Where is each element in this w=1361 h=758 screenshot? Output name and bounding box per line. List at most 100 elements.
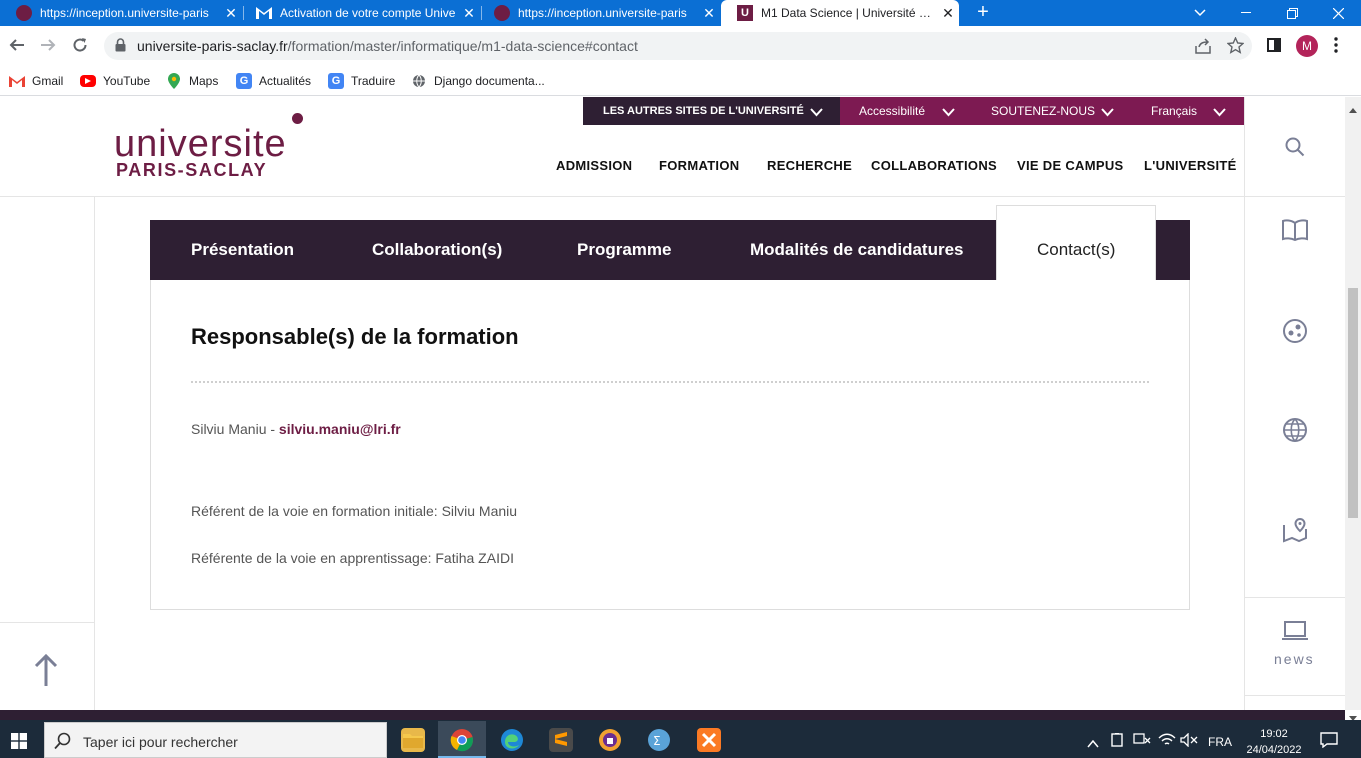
left-divider <box>94 197 95 710</box>
tray-language[interactable]: FRA <box>1208 735 1232 749</box>
profile-avatar[interactable]: M <box>1296 35 1318 57</box>
referente-apprentissage: Référente de la voie en apprentissage: F… <box>191 550 514 566</box>
windows-start-icon[interactable] <box>11 733 27 754</box>
right-divider-horizontal <box>1245 695 1345 696</box>
edge-icon[interactable] <box>500 728 524 752</box>
svg-text:Σ: Σ <box>653 734 661 748</box>
research-icon[interactable] <box>1280 316 1310 346</box>
logo-dot-icon <box>292 113 303 124</box>
bookmark-label: Actualités <box>259 74 312 88</box>
close-icon[interactable]: ✕ <box>698 5 720 22</box>
map-location-icon[interactable] <box>1280 515 1310 545</box>
bookmark-gmail[interactable]: Gmail <box>9 71 63 91</box>
minimize-button[interactable] <box>1223 0 1269 26</box>
chevron-down-icon[interactable] <box>810 104 823 122</box>
chevron-down-icon[interactable] <box>942 104 955 122</box>
reload-icon[interactable] <box>70 35 90 55</box>
university-favicon-icon: U <box>737 5 753 21</box>
translate-icon: G <box>328 73 344 89</box>
star-bookmark-icon[interactable] <box>1226 36 1245 55</box>
side-panel-icon[interactable] <box>1267 38 1283 54</box>
arrow-up-icon[interactable] <box>34 653 58 689</box>
book-icon[interactable] <box>1280 215 1310 245</box>
share-icon[interactable] <box>1195 38 1213 56</box>
tab-presentation[interactable]: Présentation <box>191 240 294 260</box>
responsable-email-link[interactable]: silviu.maniu@lri.fr <box>279 421 401 437</box>
right-divider <box>1244 97 1245 710</box>
nav-vie-de-campus[interactable]: VIE DE CAMPUS <box>1017 158 1123 173</box>
site-favicon-icon <box>494 5 510 21</box>
bookmark-traduire[interactable]: G Traduire <box>328 71 395 91</box>
tab-collaborations[interactable]: Collaboration(s) <box>372 240 502 260</box>
battery-icon[interactable] <box>1110 733 1126 752</box>
app-sigma-icon[interactable]: Σ <box>647 728 671 752</box>
close-icon[interactable]: ✕ <box>458 5 480 22</box>
nav-recherche[interactable]: RECHERCHE <box>767 158 852 173</box>
scrollbar-thumb[interactable] <box>1348 288 1358 518</box>
xampp-icon[interactable] <box>697 728 721 752</box>
brave-vpn-icon[interactable] <box>598 728 622 752</box>
browser-tab-title: https://inception.universite-paris <box>40 6 209 20</box>
scroll-up-arrow-icon[interactable] <box>1349 100 1357 118</box>
logo-wordmark[interactable]: universite <box>114 124 287 164</box>
logo-subtitle[interactable]: PARIS-SACLAY <box>116 160 267 181</box>
bookmark-actualites[interactable]: G Actualités <box>236 71 311 91</box>
bookmark-youtube[interactable]: YouTube <box>80 71 150 91</box>
bookmark-label: Gmail <box>32 74 64 88</box>
browser-tab-active[interactable]: U M1 Data Science | Université Paris ✕ <box>721 0 959 26</box>
back-arrow-icon[interactable] <box>7 35 27 55</box>
notification-icon[interactable] <box>1320 732 1338 753</box>
globe-icon[interactable] <box>1280 415 1310 445</box>
lock-icon[interactable] <box>115 38 127 54</box>
volume-muted-icon[interactable] <box>1180 732 1198 752</box>
close-icon[interactable]: ✕ <box>937 5 959 22</box>
tray-chevron-up-icon[interactable] <box>1087 735 1099 753</box>
menu-kebab-icon[interactable] <box>1334 37 1344 55</box>
tab-programme[interactable]: Programme <box>577 240 671 260</box>
nav-universite[interactable]: L'UNIVERSITÉ <box>1144 158 1237 173</box>
search-icon[interactable] <box>1280 132 1310 162</box>
nav-admission[interactable]: ADMISSION <box>556 158 632 173</box>
wifi-icon[interactable] <box>1158 733 1176 752</box>
url-text[interactable]: universite-paris-saclay.fr/formation/mas… <box>137 38 638 54</box>
util-langue[interactable]: Français <box>1151 97 1197 125</box>
sidebar-news-label[interactable]: news <box>1274 651 1315 667</box>
sublime-text-icon[interactable] <box>549 728 573 752</box>
url-host: universite-paris-saclay.fr <box>137 38 288 54</box>
browser-tab-1[interactable]: https://inception.universite-paris ✕ <box>0 0 242 26</box>
bookmark-maps[interactable]: Maps <box>166 71 218 91</box>
tab-search-icon[interactable] <box>1177 0 1223 26</box>
new-tab-button[interactable]: + <box>972 1 994 23</box>
tray-clock[interactable]: 19:02 24/04/2022 <box>1244 726 1304 758</box>
tab-contacts[interactable]: Contact(s) <box>1037 240 1115 260</box>
browser-tab-title: M1 Data Science | Université Paris <box>761 6 937 20</box>
util-accessibilite[interactable]: Accessibilité <box>859 97 925 125</box>
chevron-down-icon[interactable] <box>1101 104 1114 122</box>
browser-tab-3[interactable]: https://inception.universite-paris ✕ <box>478 0 720 26</box>
chrome-icon[interactable] <box>450 728 474 752</box>
file-explorer-icon[interactable] <box>401 728 425 752</box>
close-window-button[interactable] <box>1315 0 1361 26</box>
nav-collaborations[interactable]: COLLABORATIONS <box>871 158 997 173</box>
dotted-divider <box>191 381 1149 383</box>
section-heading: Responsable(s) de la formation <box>191 324 519 349</box>
left-divider-horizontal <box>0 622 94 623</box>
responsable-line: Silviu Maniu - silviu.maniu@lri.fr <box>191 421 401 437</box>
browser-tab-2[interactable]: Activation de votre compte Unive ✕ <box>240 0 480 26</box>
referent-initial: Référent de la voie en formation initial… <box>191 503 518 519</box>
url-path: /formation/master/informatique/m1-data-s… <box>287 38 638 54</box>
bookmark-label: Maps <box>189 74 219 88</box>
util-soutenez[interactable]: SOUTENEZ-NOUS <box>991 97 1095 125</box>
bookmark-django[interactable]: Django documenta... <box>411 71 545 91</box>
site-footer-strip <box>0 710 1345 720</box>
nav-formation[interactable]: FORMATION <box>659 158 739 173</box>
gmail-icon <box>256 5 272 21</box>
chevron-down-icon[interactable] <box>1213 104 1226 122</box>
network-disconnected-icon[interactable] <box>1133 733 1151 752</box>
tab-modalites[interactable]: Modalités de candidatures <box>750 240 964 260</box>
laptop-news-icon[interactable] <box>1280 616 1310 646</box>
forward-arrow-icon[interactable] <box>38 35 58 55</box>
util-autres-sites[interactable]: LES AUTRES SITES DE L'UNIVERSITÉ <box>603 97 804 125</box>
restore-button[interactable] <box>1269 0 1315 26</box>
close-icon[interactable]: ✕ <box>220 5 242 22</box>
